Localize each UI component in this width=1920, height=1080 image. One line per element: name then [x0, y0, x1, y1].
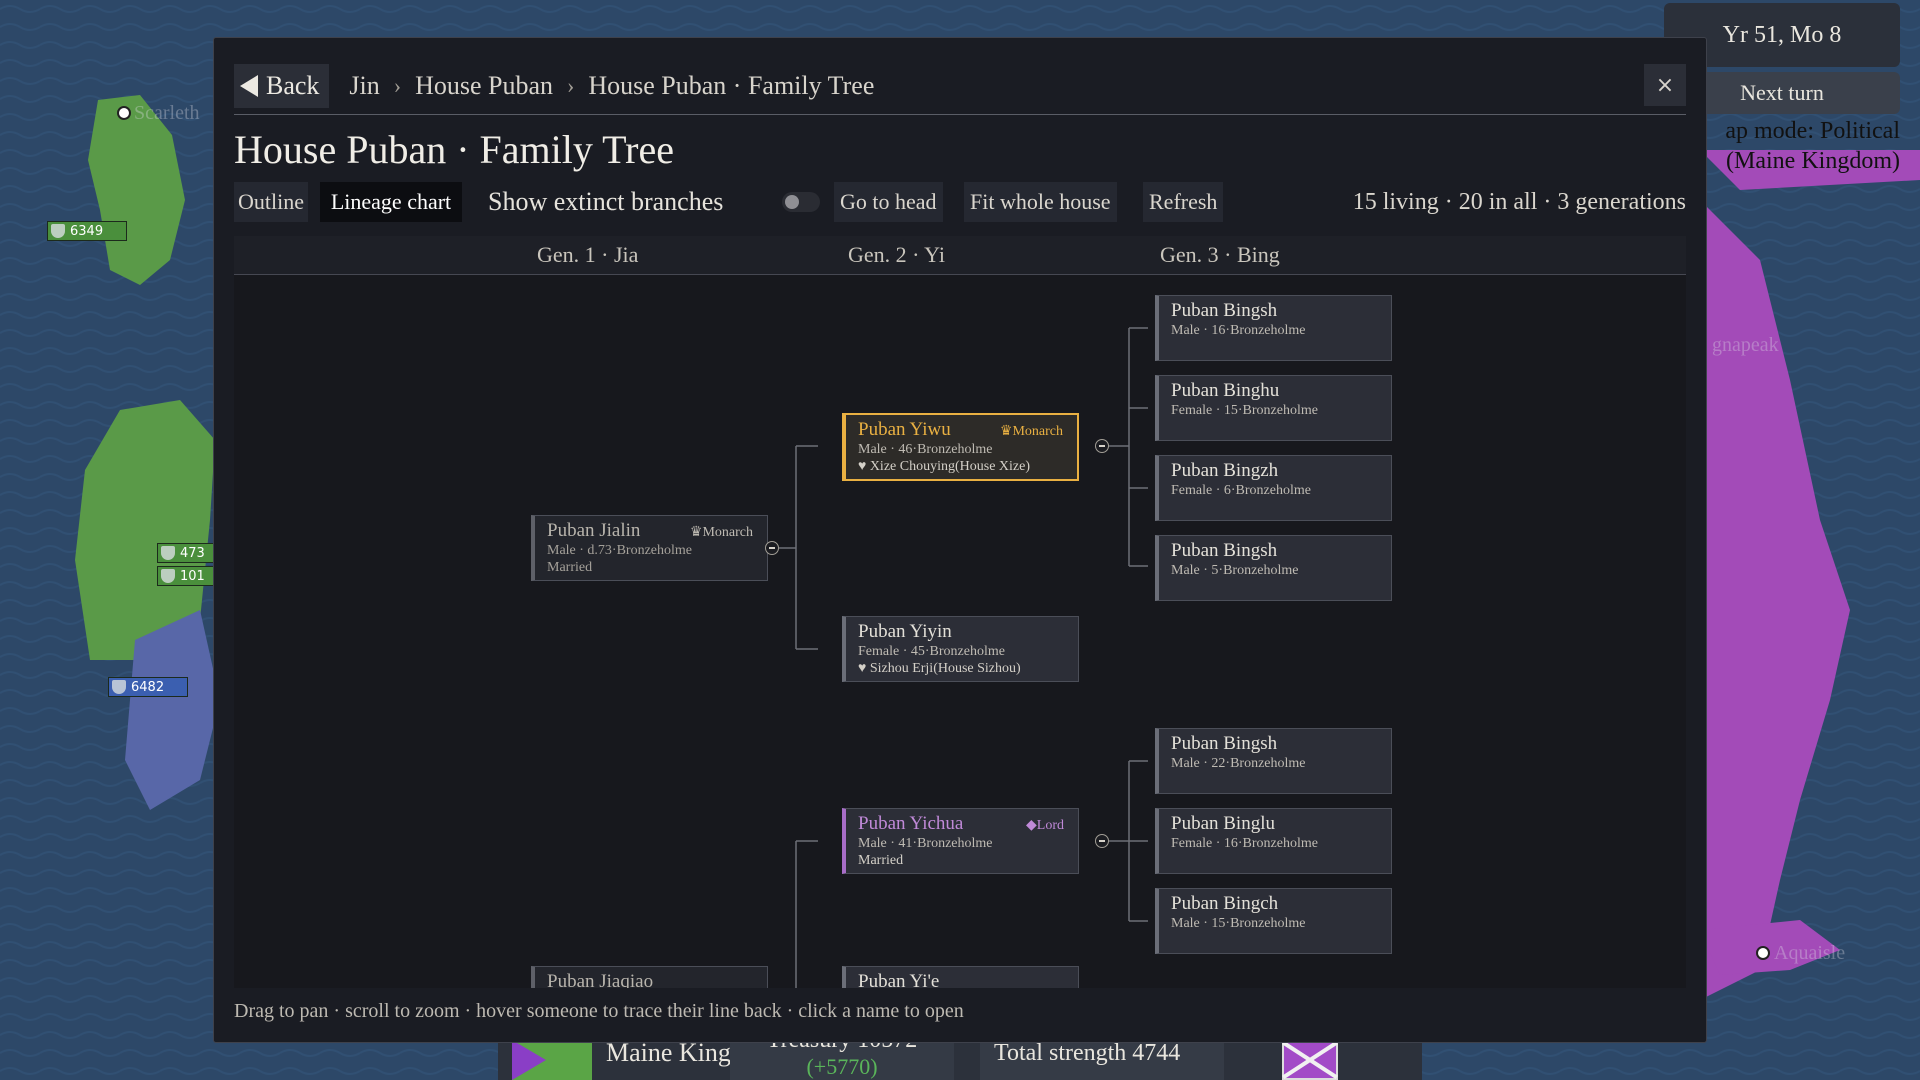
spouse-info: ♥ Sizhou Erji(House Sizhou)	[858, 661, 1021, 676]
family-tree-dialog: Back Jin › House Puban › House Puban · F…	[213, 37, 1707, 1043]
map-label-city[interactable]: Scarleth	[134, 102, 200, 125]
person-name[interactable]: Puban Bingsh	[1171, 733, 1391, 755]
city-marker[interactable]	[1756, 946, 1770, 960]
close-icon: ×	[1655, 72, 1675, 98]
person-card[interactable]: Puban Yichua ◆Lord Male · 41·Bronzeholme…	[842, 808, 1079, 874]
person-details: Female · 15·Bronzeholme	[1171, 403, 1318, 418]
shield-icon	[112, 680, 126, 694]
go-to-head-button[interactable]: Go to head	[834, 182, 943, 222]
lord-badge: ◆Lord	[1026, 818, 1064, 833]
person-name[interactable]: Puban Bingsh	[1171, 300, 1391, 322]
gen-label: Gen. 3 · Bing	[1160, 242, 1280, 267]
shield-icon	[161, 546, 175, 560]
person-name[interactable]: Puban Binglu	[1171, 813, 1391, 835]
person-name[interactable]: Puban Yi'e	[858, 971, 1078, 988]
map-mode-realm: (Maine Kingdom)	[1726, 148, 1900, 174]
page-title: House Puban · Family Tree	[234, 127, 674, 172]
army-badge[interactable]: 6349	[47, 221, 127, 241]
army-badge[interactable]: 6482	[108, 677, 188, 697]
spouse-info: ♥ Xize Chouying(House Xize)	[858, 459, 1030, 474]
refresh-button[interactable]: Refresh	[1143, 182, 1224, 222]
person-details: Male · d.73·Bronzeholme	[547, 543, 693, 558]
person-details: Male · 5·Bronzeholme	[1171, 563, 1299, 578]
person-card[interactable]: Puban Jiaqiao	[531, 966, 768, 988]
back-arrow-icon	[240, 75, 258, 97]
army-badge[interactable]: 101	[157, 566, 217, 586]
monarch-badge: ♛Monarch	[999, 424, 1063, 439]
tree-toolbar: Outline Lineage chart Show extinct branc…	[234, 182, 1686, 222]
person-name[interactable]: Puban Bingsh	[1171, 540, 1391, 562]
person-card[interactable]: Puban Bingsh Male · 16·Bronzeholme	[1155, 295, 1392, 361]
breadcrumb-bar: Back Jin › House Puban › House Puban · F…	[234, 58, 1686, 115]
city-marker[interactable]	[117, 106, 131, 120]
gen-label: Gen. 1 · Jia	[537, 242, 639, 267]
collapse-icon[interactable]	[765, 541, 779, 555]
map-mode-label[interactable]: ap mode: Political (Maine Kingdom)	[1725, 116, 1900, 176]
person-details: Female · 6·Bronzeholme	[1171, 483, 1311, 498]
person-name[interactable]: Puban Yiyin	[858, 621, 1078, 643]
person-card[interactable]: Puban Bingsh Male · 22·Bronzeholme	[1155, 728, 1392, 794]
realm-flag-icon[interactable]	[512, 1040, 592, 1080]
person-card[interactable]: Puban Yi'e	[842, 966, 1079, 988]
person-card[interactable]: Puban Yiyin Female · 45·Bronzeholme ♥ Si…	[842, 616, 1079, 682]
person-name[interactable]: Puban Bingch	[1171, 893, 1391, 915]
person-details: Male · 41·Bronzeholme	[858, 836, 993, 851]
shield-icon	[161, 569, 175, 583]
gen-label: Gen. 2 · Yi	[848, 242, 945, 267]
breadcrumb-house[interactable]: House Puban	[415, 71, 553, 101]
close-button[interactable]: ×	[1644, 64, 1686, 106]
person-card[interactable]: Puban Bingzh Female · 6·Bronzeholme	[1155, 455, 1392, 521]
person-details: Female · 16·Bronzeholme	[1171, 836, 1318, 851]
person-card[interactable]: Puban Binghu Female · 15·Bronzeholme	[1155, 375, 1392, 441]
marriage-status: Married	[858, 853, 904, 868]
chevron-right-icon: ›	[567, 73, 575, 98]
collapse-icon[interactable]	[1095, 439, 1109, 453]
tab-lineage-chart[interactable]: Lineage chart	[320, 182, 462, 222]
fit-whole-house-button[interactable]: Fit whole house	[964, 182, 1117, 222]
map-mode-text: ap mode: Political	[1725, 118, 1900, 144]
tab-outline[interactable]: Outline	[234, 182, 308, 222]
shield-icon	[51, 224, 65, 238]
extinct-branches-label: Show extinct branches	[488, 187, 724, 216]
enemy-flag-icon[interactable]	[1282, 1038, 1338, 1080]
back-button[interactable]: Back	[234, 64, 330, 108]
lineage-connectors	[772, 327, 1148, 988]
treasury-delta: (+5770)	[806, 1053, 878, 1079]
breadcrumb-current: House Puban · Family Tree	[588, 71, 875, 100]
person-card[interactable]: Puban Bingsh Male · 5·Bronzeholme	[1155, 535, 1392, 601]
house-stats: 15 living · 20 in all · 3 generations	[1352, 188, 1686, 215]
person-details: Male · 22·Bronzeholme	[1171, 756, 1306, 771]
map-label-city[interactable]: Aquaisle	[1774, 942, 1845, 965]
marriage-status: Married	[547, 560, 593, 575]
interaction-hint: Drag to pan · scroll to zoom · hover som…	[234, 1000, 964, 1022]
breadcrumb-realm[interactable]: Jin	[349, 71, 379, 101]
collapse-icon[interactable]	[1095, 834, 1109, 848]
person-card-selected[interactable]: Puban Yiwu ♛Monarch Male · 46·Bronzeholm…	[842, 413, 1079, 481]
person-details: Male · 16·Bronzeholme	[1171, 323, 1306, 338]
person-details: Male · 46·Bronzeholme	[858, 442, 993, 457]
person-card[interactable]: Puban Bingch Male · 15·Bronzeholme	[1155, 888, 1392, 954]
army-badge[interactable]: 473	[157, 543, 217, 563]
chevron-right-icon: ›	[393, 73, 402, 98]
person-card[interactable]: Puban Jialin ♛Monarch Male · d.73·Bronze…	[531, 515, 768, 581]
toggle-knob	[785, 195, 799, 209]
person-details: Female · 45·Bronzeholme	[858, 644, 1005, 659]
map-label-city[interactable]: gnapeak	[1712, 334, 1779, 357]
person-details: Male · 15·Bronzeholme	[1171, 916, 1306, 931]
generation-header: Gen. 1 · Jia Gen. 2 · Yi Gen. 3 · Bing	[234, 236, 1686, 275]
person-name[interactable]: Puban Jiaqiao	[547, 971, 767, 988]
title-badge: ♛Monarch	[689, 525, 753, 540]
back-label: Back	[266, 71, 320, 100]
person-name[interactable]: Puban Bingzh	[1171, 460, 1391, 482]
person-card[interactable]: Puban Binglu Female · 16·Bronzeholme	[1155, 808, 1392, 874]
extinct-branches-toggle[interactable]	[782, 192, 820, 212]
person-name[interactable]: Puban Binghu	[1171, 380, 1391, 402]
lineage-chart[interactable]: Gen. 1 · Jia Gen. 2 · Yi Gen. 3 · Bing P…	[234, 236, 1686, 988]
